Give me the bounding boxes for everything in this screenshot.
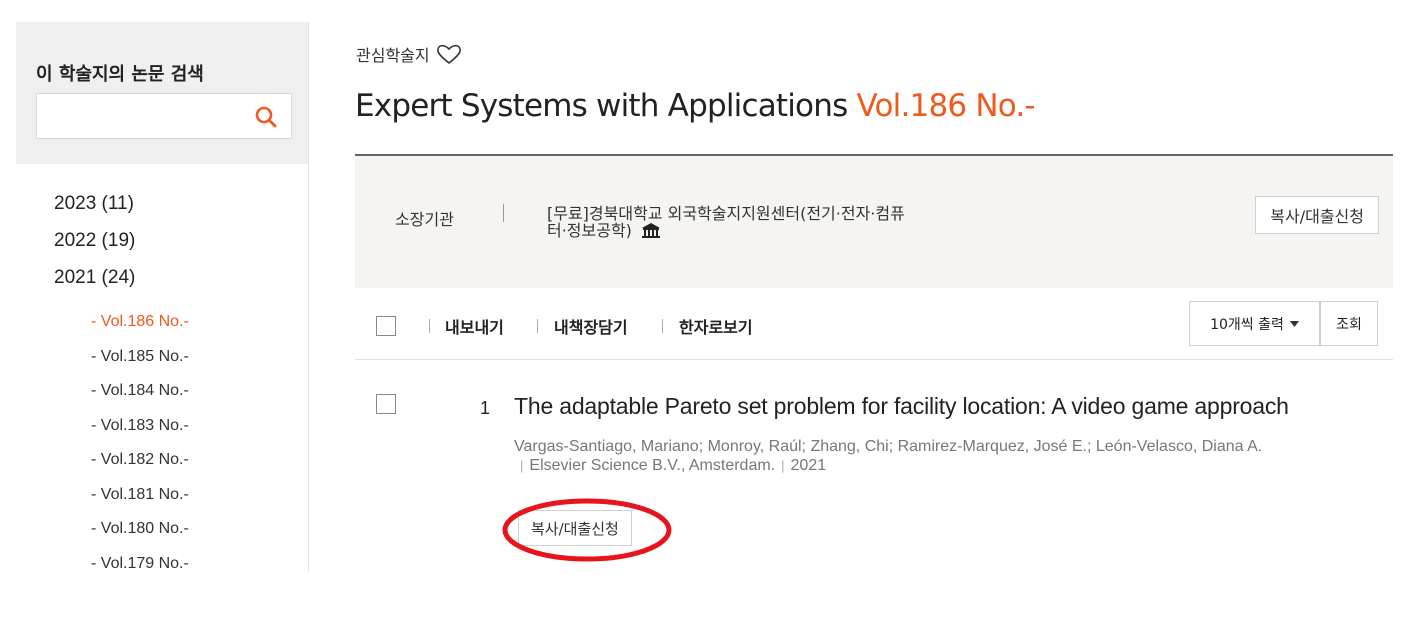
divider [662,319,663,333]
page-title: Expert Systems with Applications Vol.186… [355,88,1036,124]
divider: | [781,458,785,473]
article-copy-loan-button[interactable]: 복사/대출신청 [518,510,632,546]
volume-item-185[interactable]: - Vol.185 No.- [91,347,189,382]
caret-down-icon [1289,320,1299,327]
holding-institution-text: [무료]경북대학교 외국학술지지원센터(전기·전자·컴퓨터·정보공학) [547,204,905,240]
journal-volume: Vol.186 No.- [856,88,1036,124]
volume-item-186[interactable]: - Vol.186 No.- [91,312,189,347]
holding-copy-loan-button[interactable]: 복사/대출신청 [1255,196,1379,234]
divider [537,319,538,333]
article-meta: | Elsevier Science B.V., Amsterdam. | 2021 [514,457,826,475]
holding-institution: [무료]경북대학교 외국학술지지원센터(전기·전자·컴퓨터·정보공학) [547,205,907,239]
row-checkbox[interactable] [376,394,396,414]
search-icon[interactable] [255,106,277,128]
volume-item-181[interactable]: - Vol.181 No.- [91,485,189,520]
heart-icon[interactable] [436,43,462,65]
search-input[interactable] [47,94,251,138]
article-year: 2021 [790,457,827,474]
export-button[interactable]: 내보내기 [445,314,504,338]
journal-search-panel: 이 학술지의 논문 검색 [16,22,308,164]
year-item-2022[interactable]: 2022 (19) [54,229,135,266]
volume-list: - Vol.186 No.- - Vol.185 No.- - Vol.184 … [91,312,189,588]
volume-item-180[interactable]: - Vol.180 No.- [91,519,189,554]
sidebar: 이 학술지의 논문 검색 2023 (11) 2022 (19) 2021 (2… [16,22,309,572]
volume-item-179[interactable]: - Vol.179 No.- [91,554,189,589]
year-list: 2023 (11) 2022 (19) 2021 (24) [54,192,135,303]
divider [429,319,430,333]
per-page-select[interactable]: 10개씩 출력 [1189,301,1320,346]
favorite-label: 관심학술지 [356,46,430,65]
library-icon [642,223,661,238]
divider: | [520,458,524,473]
journal-name: Expert Systems with Applications [355,88,848,124]
favorite-journal-row: 관심학술지 [356,42,462,66]
article-publisher: Elsevier Science B.V., Amsterdam. [529,457,776,474]
search-box [36,93,292,139]
year-item-2021[interactable]: 2021 (24) [54,266,135,303]
volume-item-183[interactable]: - Vol.183 No.- [91,416,189,451]
select-all-checkbox[interactable] [376,316,396,336]
volume-item-184[interactable]: - Vol.184 No.- [91,381,189,416]
add-to-shelf-button[interactable]: 내책장담기 [554,314,628,338]
divider [503,204,504,222]
result-toolbar: 내보내기 내책장담기 한자로보기 10개씩 출력 조회 [355,288,1393,360]
search-title: 이 학술지의 논문 검색 [36,64,204,85]
year-item-2023[interactable]: 2023 (11) [54,192,135,229]
article-title-link[interactable]: The adaptable Pareto set problem for fac… [514,393,1289,420]
row-number: 1 [480,398,491,418]
hanja-view-button[interactable]: 한자로보기 [679,314,753,338]
holding-info: 소장기관 [무료]경북대학교 외국학술지지원센터(전기·전자·컴퓨터·정보공학)… [355,154,1393,288]
per-page-value: 10개씩 출력 [1210,316,1284,333]
volume-item-182[interactable]: - Vol.182 No.- [91,450,189,485]
article-authors: Vargas-Santiago, Mariano; Monroy, Raúl; … [514,438,1263,455]
query-button[interactable]: 조회 [1320,301,1378,346]
holding-label: 소장기관 [395,210,454,229]
